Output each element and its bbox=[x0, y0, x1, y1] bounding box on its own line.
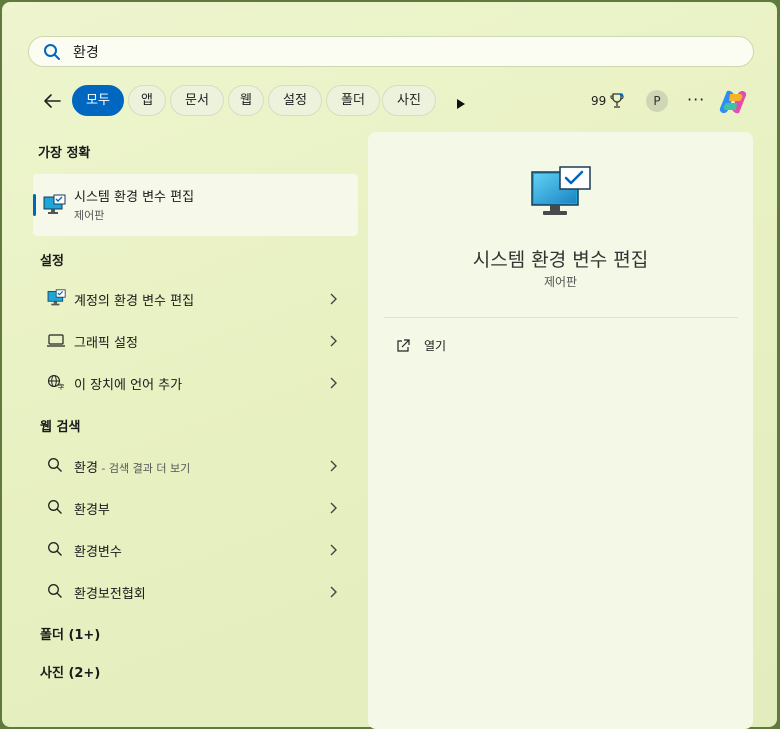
web-item-label: 환경보전협회 bbox=[74, 587, 146, 602]
best-match-item[interactable]: 시스템 환경 변수 편집 제어판 bbox=[33, 174, 358, 236]
avatar[interactable]: P bbox=[646, 90, 668, 112]
more-options-icon[interactable]: ··· bbox=[687, 90, 705, 109]
tab-all[interactable]: 모두 bbox=[72, 85, 124, 116]
trophy-icon[interactable] bbox=[610, 93, 624, 113]
tab-web[interactable]: 웹 bbox=[228, 85, 264, 116]
search-icon bbox=[47, 541, 63, 561]
monitor-check-icon bbox=[43, 194, 67, 220]
tab-apps[interactable]: 앱 bbox=[128, 85, 166, 116]
preview-pane: 시스템 환경 변수 편집 제어판 열기 bbox=[368, 132, 753, 729]
tab-settings[interactable]: 설정 bbox=[268, 85, 322, 116]
filter-bar: 모두 앱 문서 웹 설정 폴더 사진 99 P ··· bbox=[2, 85, 780, 118]
preview-subtitle: 제어판 bbox=[543, 275, 578, 289]
back-arrow-icon[interactable] bbox=[42, 93, 62, 113]
preview-title: 시스템 환경 변수 편집 bbox=[472, 249, 649, 271]
section-photos-header[interactable]: 사진 (2+) bbox=[40, 662, 100, 681]
best-match-subtitle: 제어판 bbox=[74, 209, 105, 222]
search-icon bbox=[47, 457, 63, 477]
chevron-right-icon bbox=[329, 583, 337, 602]
tab-folders[interactable]: 폴더 bbox=[326, 85, 380, 116]
section-web-search-header: 웹 검색 bbox=[40, 420, 81, 435]
open-action[interactable]: 열기 bbox=[392, 334, 592, 358]
web-item-label: 환경 - 검색 결과 더 보기 bbox=[74, 457, 190, 476]
section-best-match-header: 가장 정확 bbox=[38, 146, 91, 161]
tab-photos[interactable]: 사진 bbox=[382, 85, 436, 116]
section-folders-header[interactable]: 폴더 (1+) bbox=[40, 624, 100, 643]
divider bbox=[384, 317, 738, 318]
monitor-check-icon bbox=[530, 166, 592, 226]
svg-text:字: 字 bbox=[58, 383, 65, 391]
copilot-icon[interactable] bbox=[718, 87, 748, 121]
web-query-suffix: - 검색 결과 더 보기 bbox=[97, 462, 191, 475]
list-item[interactable]: 字 이 장치에 언어 추가 bbox=[33, 363, 358, 401]
chevron-right-icon bbox=[329, 374, 337, 393]
section-settings-header: 설정 bbox=[40, 254, 64, 269]
list-item[interactable]: 환경보전협회 bbox=[33, 572, 358, 610]
search-icon bbox=[47, 583, 63, 603]
settings-item-label: 그래픽 설정 bbox=[74, 336, 138, 351]
monitor-check-icon bbox=[47, 289, 67, 311]
web-item-label: 환경변수 bbox=[74, 545, 122, 560]
open-external-icon bbox=[396, 338, 410, 357]
best-match-title: 시스템 환경 변수 편집 bbox=[74, 190, 195, 205]
list-item[interactable]: 환경부 bbox=[33, 488, 358, 526]
selection-indicator bbox=[33, 194, 36, 216]
chevron-right-icon bbox=[329, 457, 337, 476]
settings-item-label: 이 장치에 언어 추가 bbox=[74, 378, 183, 393]
language-icon: 字 bbox=[47, 374, 65, 394]
search-icon bbox=[43, 43, 61, 65]
chevron-right-icon bbox=[329, 332, 337, 351]
list-item[interactable]: 환경변수 bbox=[33, 530, 358, 568]
start-search-panel: 환경 모두 앱 문서 웹 설정 폴더 사진 99 P ··· 가장 정확 시스템… bbox=[2, 2, 780, 729]
play-more-tabs-icon[interactable] bbox=[456, 95, 466, 114]
settings-item-label: 계정의 환경 변수 편집 bbox=[74, 294, 195, 309]
search-icon bbox=[47, 499, 63, 519]
list-item[interactable]: 계정의 환경 변수 편집 bbox=[33, 279, 358, 317]
tab-documents[interactable]: 문서 bbox=[170, 85, 224, 116]
chevron-right-icon bbox=[329, 499, 337, 518]
search-box[interactable]: 환경 bbox=[28, 36, 754, 67]
search-input[interactable]: 환경 bbox=[73, 42, 99, 62]
list-item[interactable]: 그래픽 설정 bbox=[33, 321, 358, 359]
web-query: 환경 bbox=[74, 461, 98, 476]
rewards-points: 99 bbox=[591, 94, 607, 108]
web-item-label: 환경부 bbox=[74, 503, 110, 518]
chevron-right-icon bbox=[329, 290, 337, 309]
list-item[interactable]: 환경 - 검색 결과 더 보기 bbox=[33, 446, 358, 484]
open-label: 열기 bbox=[424, 339, 447, 353]
chevron-right-icon bbox=[329, 541, 337, 560]
display-icon bbox=[47, 333, 65, 352]
